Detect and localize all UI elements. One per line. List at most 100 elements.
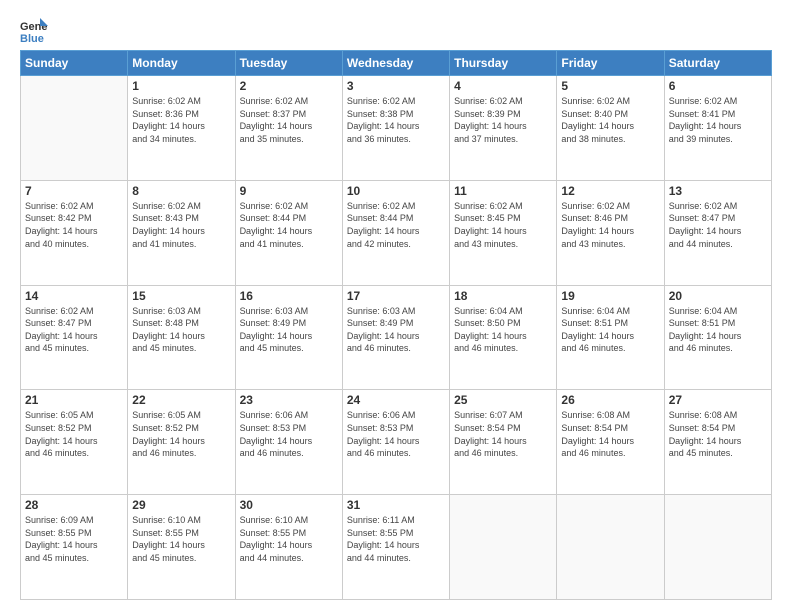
cell-info: Sunrise: 6:07 AM Sunset: 8:54 PM Dayligh… [454, 409, 552, 459]
cell-info: Sunrise: 6:02 AM Sunset: 8:47 PM Dayligh… [669, 200, 767, 250]
weekday-header-tuesday: Tuesday [235, 51, 342, 76]
cell-day-number: 21 [25, 393, 123, 407]
cell-info: Sunrise: 6:04 AM Sunset: 8:50 PM Dayligh… [454, 305, 552, 355]
header: General Blue [20, 16, 772, 44]
cell-info: Sunrise: 6:02 AM Sunset: 8:36 PM Dayligh… [132, 95, 230, 145]
calendar-cell: 17 Sunrise: 6:03 AM Sunset: 8:49 PM Dayli… [342, 285, 449, 390]
weekday-header-friday: Friday [557, 51, 664, 76]
weekday-header-thursday: Thursday [450, 51, 557, 76]
cell-info: Sunrise: 6:10 AM Sunset: 8:55 PM Dayligh… [132, 514, 230, 564]
calendar-week-row: 14 Sunrise: 6:02 AM Sunset: 8:47 PM Dayli… [21, 285, 772, 390]
weekday-header-saturday: Saturday [664, 51, 771, 76]
cell-info: Sunrise: 6:05 AM Sunset: 8:52 PM Dayligh… [132, 409, 230, 459]
calendar-cell: 5 Sunrise: 6:02 AM Sunset: 8:40 PM Daylig… [557, 76, 664, 181]
weekday-header-monday: Monday [128, 51, 235, 76]
cell-info: Sunrise: 6:08 AM Sunset: 8:54 PM Dayligh… [669, 409, 767, 459]
calendar-cell [21, 76, 128, 181]
cell-day-number: 26 [561, 393, 659, 407]
cell-info: Sunrise: 6:02 AM Sunset: 8:38 PM Dayligh… [347, 95, 445, 145]
svg-text:Blue: Blue [20, 33, 44, 44]
cell-day-number: 19 [561, 289, 659, 303]
cell-day-number: 28 [25, 498, 123, 512]
calendar-cell: 10 Sunrise: 6:02 AM Sunset: 8:44 PM Dayli… [342, 180, 449, 285]
cell-day-number: 24 [347, 393, 445, 407]
calendar-cell: 8 Sunrise: 6:02 AM Sunset: 8:43 PM Daylig… [128, 180, 235, 285]
logo-icon: General Blue [20, 16, 48, 44]
calendar-week-row: 7 Sunrise: 6:02 AM Sunset: 8:42 PM Daylig… [21, 180, 772, 285]
cell-day-number: 4 [454, 79, 552, 93]
cell-day-number: 17 [347, 289, 445, 303]
cell-info: Sunrise: 6:09 AM Sunset: 8:55 PM Dayligh… [25, 514, 123, 564]
cell-day-number: 5 [561, 79, 659, 93]
cell-day-number: 3 [347, 79, 445, 93]
cell-info: Sunrise: 6:08 AM Sunset: 8:54 PM Dayligh… [561, 409, 659, 459]
cell-info: Sunrise: 6:06 AM Sunset: 8:53 PM Dayligh… [240, 409, 338, 459]
cell-info: Sunrise: 6:02 AM Sunset: 8:39 PM Dayligh… [454, 95, 552, 145]
cell-day-number: 1 [132, 79, 230, 93]
calendar-cell: 9Sunrise: 6:02 AM Sunset: 8:44 PM Daylig… [235, 180, 342, 285]
calendar-cell: 31Sunrise: 6:11 AM Sunset: 8:55 PM Dayli… [342, 495, 449, 600]
cell-day-number: 25 [454, 393, 552, 407]
calendar-cell: 16Sunrise: 6:03 AM Sunset: 8:49 PM Dayli… [235, 285, 342, 390]
calendar-cell: 12Sunrise: 6:02 AM Sunset: 8:46 PM Dayli… [557, 180, 664, 285]
calendar-cell: 28 Sunrise: 6:09 AM Sunset: 8:55 PM Dayli… [21, 495, 128, 600]
calendar-cell: 24 Sunrise: 6:06 AM Sunset: 8:53 PM Dayli… [342, 390, 449, 495]
cell-day-number: 12 [561, 184, 659, 198]
calendar-cell: 15 Sunrise: 6:03 AM Sunset: 8:48 PM Dayli… [128, 285, 235, 390]
calendar-cell: 30 Sunrise: 6:10 AM Sunset: 8:55 PM Dayli… [235, 495, 342, 600]
cell-day-number: 9 [240, 184, 338, 198]
cell-day-number: 30 [240, 498, 338, 512]
cell-info: Sunrise: 6:04 AM Sunset: 8:51 PM Dayligh… [669, 305, 767, 355]
cell-info: Sunrise: 6:02 AM Sunset: 8:37 PM Dayligh… [240, 95, 338, 145]
calendar-cell: 26 Sunrise: 6:08 AM Sunset: 8:54 PM Dayli… [557, 390, 664, 495]
cell-day-number: 23 [240, 393, 338, 407]
calendar-cell: 19 Sunrise: 6:04 AM Sunset: 8:51 PM Dayli… [557, 285, 664, 390]
calendar-cell [450, 495, 557, 600]
cell-day-number: 18 [454, 289, 552, 303]
cell-day-number: 10 [347, 184, 445, 198]
cell-day-number: 8 [132, 184, 230, 198]
cell-info: Sunrise: 6:02 AM Sunset: 8:43 PM Dayligh… [132, 200, 230, 250]
cell-day-number: 27 [669, 393, 767, 407]
cell-info: Sunrise: 6:02 AM Sunset: 8:45 PM Dayligh… [454, 200, 552, 250]
cell-info: Sunrise: 6:03 AM Sunset: 8:48 PM Dayligh… [132, 305, 230, 355]
calendar-cell: 6 Sunrise: 6:02 AM Sunset: 8:41 PM Daylig… [664, 76, 771, 181]
cell-info: Sunrise: 6:03 AM Sunset: 8:49 PM Dayligh… [347, 305, 445, 355]
cell-day-number: 15 [132, 289, 230, 303]
calendar-cell: 11 Sunrise: 6:02 AM Sunset: 8:45 PM Dayli… [450, 180, 557, 285]
calendar-cell: 1 Sunrise: 6:02 AM Sunset: 8:36 PM Daylig… [128, 76, 235, 181]
calendar-cell: 20Sunrise: 6:04 AM Sunset: 8:51 PM Dayli… [664, 285, 771, 390]
calendar-week-row: 21 Sunrise: 6:05 AM Sunset: 8:52 PM Dayli… [21, 390, 772, 495]
cell-day-number: 7 [25, 184, 123, 198]
cell-info: Sunrise: 6:06 AM Sunset: 8:53 PM Dayligh… [347, 409, 445, 459]
cell-info: Sunrise: 6:10 AM Sunset: 8:55 PM Dayligh… [240, 514, 338, 564]
cell-day-number: 13 [669, 184, 767, 198]
cell-info: Sunrise: 6:02 AM Sunset: 8:42 PM Dayligh… [25, 200, 123, 250]
calendar-cell: 25 Sunrise: 6:07 AM Sunset: 8:54 PM Dayli… [450, 390, 557, 495]
weekday-header-sunday: Sunday [21, 51, 128, 76]
calendar-cell: 7 Sunrise: 6:02 AM Sunset: 8:42 PM Daylig… [21, 180, 128, 285]
weekday-header-row: SundayMondayTuesdayWednesdayThursdayFrid… [21, 51, 772, 76]
calendar-cell: 29 Sunrise: 6:10 AM Sunset: 8:55 PM Dayli… [128, 495, 235, 600]
logo: General Blue [20, 16, 52, 44]
cell-info: Sunrise: 6:02 AM Sunset: 8:41 PM Dayligh… [669, 95, 767, 145]
cell-info: Sunrise: 6:02 AM Sunset: 8:40 PM Dayligh… [561, 95, 659, 145]
calendar-cell [557, 495, 664, 600]
calendar-cell [664, 495, 771, 600]
cell-day-number: 11 [454, 184, 552, 198]
calendar-cell: 18 Sunrise: 6:04 AM Sunset: 8:50 PM Dayli… [450, 285, 557, 390]
cell-info: Sunrise: 6:04 AM Sunset: 8:51 PM Dayligh… [561, 305, 659, 355]
calendar-week-row: 28 Sunrise: 6:09 AM Sunset: 8:55 PM Dayli… [21, 495, 772, 600]
page: General Blue SundayMondayTuesdayWednesda… [0, 0, 792, 612]
calendar-cell: 14 Sunrise: 6:02 AM Sunset: 8:47 PM Dayli… [21, 285, 128, 390]
calendar-week-row: 1 Sunrise: 6:02 AM Sunset: 8:36 PM Daylig… [21, 76, 772, 181]
cell-day-number: 6 [669, 79, 767, 93]
cell-day-number: 2 [240, 79, 338, 93]
calendar-cell: 27 Sunrise: 6:08 AM Sunset: 8:54 PM Dayli… [664, 390, 771, 495]
cell-info: Sunrise: 6:03 AM Sunset: 8:49 PM Dayligh… [240, 305, 338, 355]
cell-info: Sunrise: 6:02 AM Sunset: 8:47 PM Dayligh… [25, 305, 123, 355]
calendar-cell: 3 Sunrise: 6:02 AM Sunset: 8:38 PM Daylig… [342, 76, 449, 181]
cell-day-number: 14 [25, 289, 123, 303]
cell-info: Sunrise: 6:02 AM Sunset: 8:44 PM Dayligh… [347, 200, 445, 250]
cell-day-number: 29 [132, 498, 230, 512]
